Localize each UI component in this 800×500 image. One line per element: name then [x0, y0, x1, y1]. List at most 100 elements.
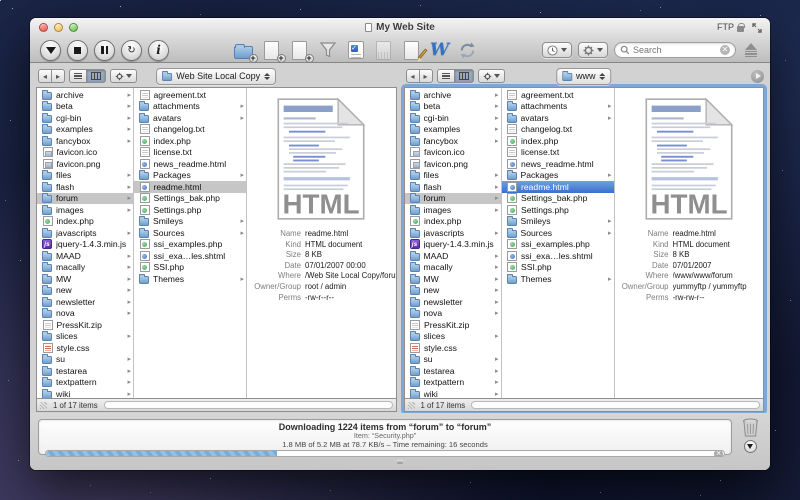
- file-row[interactable]: Smileys ▸: [502, 216, 614, 228]
- file-row[interactable]: Sources ▸: [134, 227, 246, 239]
- file-row[interactable]: Settings.php ▸: [134, 204, 246, 216]
- file-row[interactable]: new ▸: [405, 285, 501, 297]
- clear-search-icon[interactable]: ✕: [720, 45, 730, 55]
- file-row[interactable]: flash ▸: [37, 181, 133, 193]
- file-row[interactable]: testarea ▸: [405, 365, 501, 377]
- file-row[interactable]: license.txt ▸: [502, 147, 614, 159]
- file-row[interactable]: su ▸: [405, 354, 501, 366]
- file-row[interactable]: images ▸: [37, 204, 133, 216]
- back-button[interactable]: ◂: [406, 69, 419, 83]
- file-row[interactable]: archive ▸: [405, 89, 501, 101]
- edit-file-button[interactable]: [401, 40, 423, 61]
- fullscreen-icon[interactable]: [752, 23, 762, 33]
- queue-drawer-button[interactable]: [742, 41, 760, 59]
- file-row[interactable]: agreement.txt ▸: [502, 89, 614, 101]
- file-row[interactable]: index.php ▸: [502, 135, 614, 147]
- file-row[interactable]: macally ▸: [405, 262, 501, 274]
- file-row[interactable]: Settings_bak.php ▸: [502, 193, 614, 205]
- pause-button[interactable]: [94, 40, 115, 61]
- file-row[interactable]: forum ▸: [37, 193, 133, 205]
- file-row[interactable]: agreement.txt ▸: [134, 89, 246, 101]
- file-row[interactable]: su ▸: [37, 354, 133, 366]
- file-row[interactable]: readme.html ▸: [134, 181, 246, 193]
- file-row[interactable]: newsletter ▸: [37, 296, 133, 308]
- file-row[interactable]: index.php ▸: [37, 216, 133, 228]
- file-row[interactable]: jquery-1.4.3.min.js ▸: [37, 239, 133, 251]
- search-input[interactable]: [633, 45, 717, 55]
- file-row[interactable]: examples ▸: [405, 124, 501, 136]
- file-row[interactable]: readme.html ▸: [502, 181, 614, 193]
- shred-delete-button[interactable]: [373, 40, 395, 61]
- file-row[interactable]: SSI.php ▸: [502, 262, 614, 274]
- file-row[interactable]: favicon.ico ▸: [37, 147, 133, 159]
- duplicate-file-button[interactable]: +: [289, 40, 311, 61]
- file-row[interactable]: MW ▸: [37, 273, 133, 285]
- resize-grip-icon[interactable]: [40, 402, 47, 409]
- file-row[interactable]: files ▸: [405, 170, 501, 182]
- info-button[interactable]: i: [148, 40, 169, 61]
- file-row[interactable]: Packages ▸: [134, 170, 246, 182]
- file-row[interactable]: javascripts ▸: [37, 227, 133, 239]
- file-row[interactable]: forum ▸: [405, 193, 501, 205]
- file-row[interactable]: avatars ▸: [134, 112, 246, 124]
- zoom-button[interactable]: [69, 23, 78, 32]
- file-row[interactable]: Settings.php ▸: [502, 204, 614, 216]
- file-row[interactable]: Packages ▸: [502, 170, 614, 182]
- file-row[interactable]: javascripts ▸: [405, 227, 501, 239]
- history-menu-button[interactable]: [542, 42, 572, 58]
- file-row[interactable]: files ▸: [37, 170, 133, 182]
- file-row[interactable]: slices ▸: [37, 331, 133, 343]
- file-row[interactable]: ssi_examples.php ▸: [502, 239, 614, 251]
- file-row[interactable]: favicon.png ▸: [405, 158, 501, 170]
- minimize-button[interactable]: [54, 23, 63, 32]
- file-row[interactable]: newsletter ▸: [405, 296, 501, 308]
- file-row[interactable]: PressKit.zip ▸: [37, 319, 133, 331]
- file-row[interactable]: cgi-bin ▸: [405, 112, 501, 124]
- transfer-go-button[interactable]: [40, 40, 61, 61]
- file-row[interactable]: Themes ▸: [134, 273, 246, 285]
- stop-button[interactable]: [67, 40, 88, 61]
- file-row[interactable]: textpattern ▸: [37, 377, 133, 389]
- action-gear-button[interactable]: [110, 69, 137, 83]
- file-row[interactable]: wiki ▸: [37, 388, 133, 398]
- file-row[interactable]: Themes ▸: [502, 273, 614, 285]
- file-row[interactable]: ssi_exa…les.shtml ▸: [134, 250, 246, 262]
- forward-button[interactable]: ▸: [419, 69, 433, 83]
- web-preview-button[interactable]: W: [429, 40, 451, 61]
- title-bar[interactable]: My Web Site FTP: [30, 18, 770, 37]
- window-drag-handle[interactable]: [397, 460, 404, 464]
- file-row[interactable]: Sources ▸: [502, 227, 614, 239]
- checklist-button[interactable]: ✓: [345, 40, 367, 61]
- action-gear-button[interactable]: [478, 69, 505, 83]
- file-row[interactable]: nova ▸: [405, 308, 501, 320]
- file-row[interactable]: fancybox ▸: [37, 135, 133, 147]
- synchronize-button[interactable]: [457, 40, 479, 61]
- file-row[interactable]: style.css ▸: [37, 342, 133, 354]
- file-row[interactable]: index.php ▸: [134, 135, 246, 147]
- new-folder-button[interactable]: +: [233, 40, 255, 61]
- horizontal-scrollbar[interactable]: [104, 401, 393, 409]
- file-row[interactable]: MAAD ▸: [405, 250, 501, 262]
- file-row[interactable]: flash ▸: [405, 181, 501, 193]
- file-row[interactable]: slices ▸: [405, 331, 501, 343]
- close-button[interactable]: [39, 23, 48, 32]
- refresh-button[interactable]: ↻: [121, 40, 142, 61]
- file-row[interactable]: SSI.php ▸: [134, 262, 246, 274]
- filter-funnel-icon[interactable]: [317, 40, 339, 61]
- file-row[interactable]: archive ▸: [37, 89, 133, 101]
- back-button[interactable]: ◂: [38, 69, 51, 83]
- forward-button[interactable]: ▸: [51, 69, 65, 83]
- trash-icon[interactable]: [742, 418, 759, 437]
- file-row[interactable]: news_readme.html ▸: [502, 158, 614, 170]
- list-view-button[interactable]: [69, 69, 86, 83]
- file-row[interactable]: examples ▸: [37, 124, 133, 136]
- list-view-button[interactable]: [437, 69, 454, 83]
- file-row[interactable]: ssi_examples.php ▸: [134, 239, 246, 251]
- file-row[interactable]: textpattern ▸: [405, 377, 501, 389]
- file-row[interactable]: changelog.txt ▸: [134, 124, 246, 136]
- horizontal-scrollbar[interactable]: [471, 401, 760, 409]
- file-row[interactable]: Settings_bak.php ▸: [134, 193, 246, 205]
- file-row[interactable]: fancybox ▸: [405, 135, 501, 147]
- file-row[interactable]: PressKit.zip ▸: [405, 319, 501, 331]
- file-row[interactable]: Smileys ▸: [134, 216, 246, 228]
